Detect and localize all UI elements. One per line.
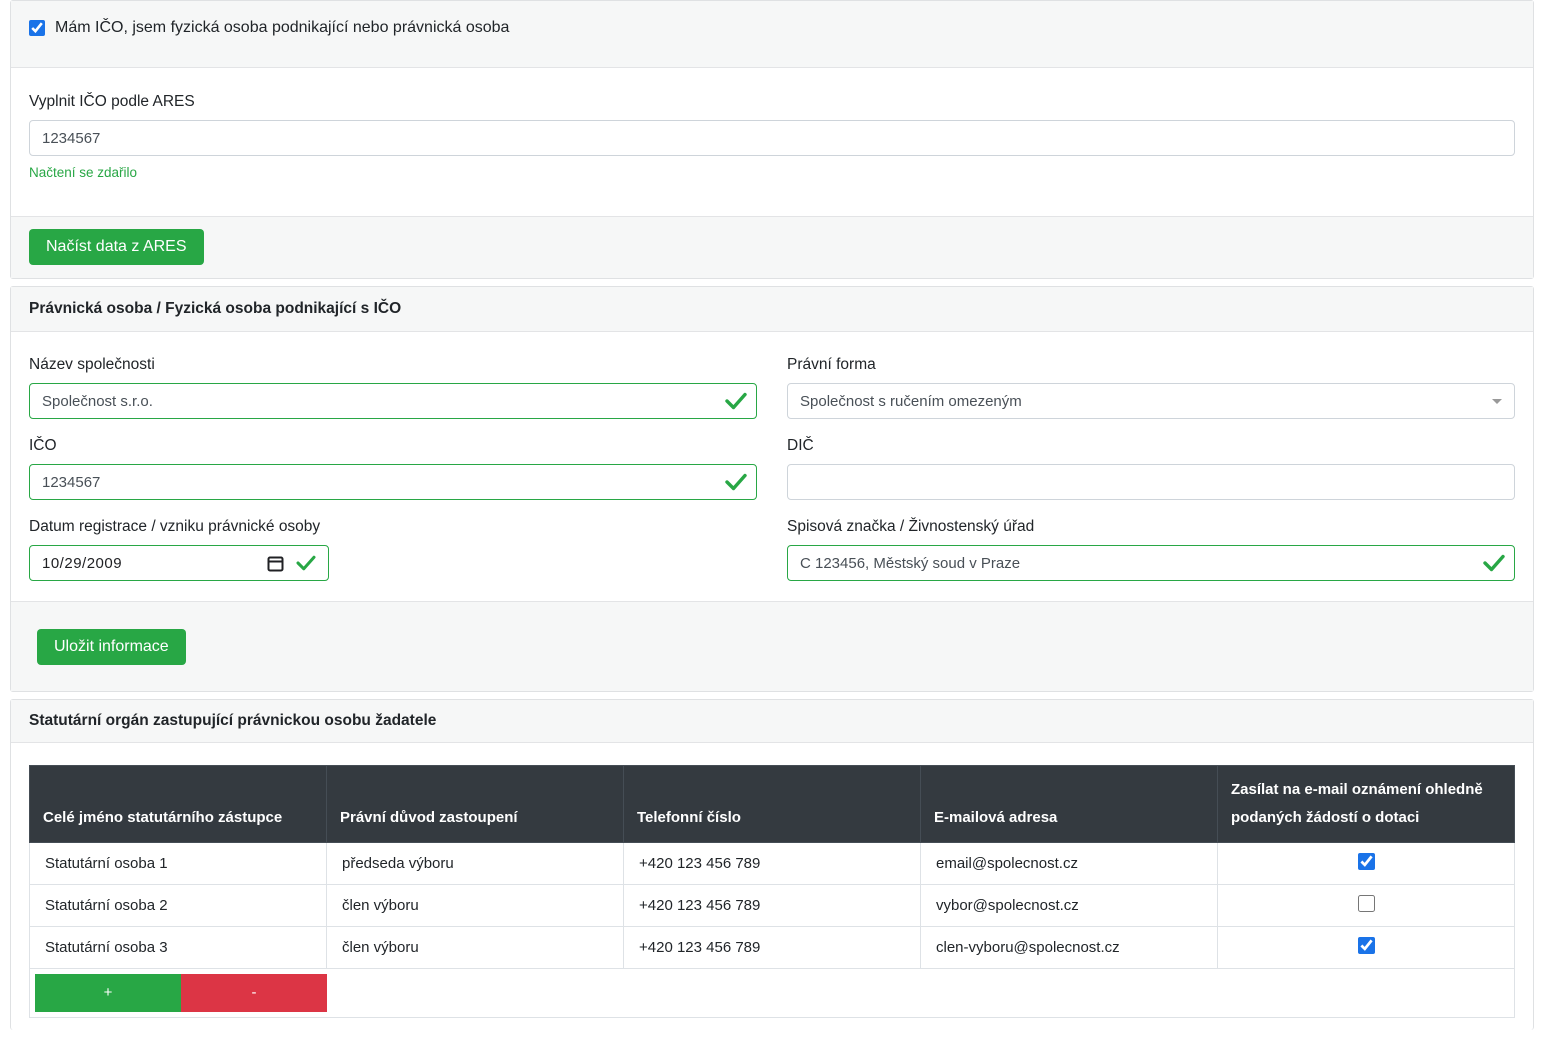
calendar-icon[interactable]	[267, 555, 284, 572]
col-header-email: E-mailová adresa	[921, 766, 1218, 843]
legal-form-selected-value: Společnost s ručením omezeným	[800, 393, 1022, 410]
cell-phone: +420 123 456 789	[624, 884, 921, 926]
registration-date-label: Datum registrace / vzniku právnické osob…	[29, 518, 757, 536]
table-actions-row: + -	[30, 968, 1515, 1017]
statutory-table-header-row: Celé jméno statutárního zástupce Právní …	[30, 766, 1515, 843]
load-ares-button[interactable]: Načíst data z ARES	[29, 229, 204, 265]
ares-lookup-section: Vyplnit IČO podle ARES Načtení se zdařil…	[11, 68, 1533, 216]
notify-email-checkbox[interactable]	[1358, 937, 1375, 954]
chevron-down-icon	[1492, 399, 1502, 404]
statutory-card: Statutární orgán zastupující právnickou …	[10, 699, 1534, 1030]
dic-input[interactable]	[787, 464, 1515, 500]
statutory-table: Celé jméno statutárního zástupce Právní …	[29, 765, 1515, 1018]
statutory-card-body: Celé jméno statutárního zástupce Právní …	[11, 743, 1533, 1030]
col-header-name: Celé jméno statutárního zástupce	[30, 766, 327, 843]
legal-person-card: Právnická osoba / Fyzická osoba podnikaj…	[10, 286, 1534, 692]
ico-ares-card: Mám IČO, jsem fyzická osoba podnikající …	[10, 0, 1534, 279]
valid-check-icon	[296, 555, 316, 571]
valid-check-icon	[1483, 554, 1505, 572]
table-row: Statutární osoba 3 člen výboru +420 123 …	[30, 926, 1515, 968]
legal-person-form: Název společnosti Právní forma Společnos…	[11, 332, 1533, 601]
file-number-label: Spisová značka / Živnostenský úřad	[787, 518, 1515, 536]
cell-email: vybor@spolecnost.cz	[921, 884, 1218, 926]
ico-checkbox-section: Mám IČO, jsem fyzická osoba podnikající …	[11, 1, 1533, 68]
legal-person-card-title: Právnická osoba / Fyzická osoba podnikaj…	[11, 287, 1533, 332]
statutory-table-body: Statutární osoba 1 předseda výboru +420 …	[30, 842, 1515, 1017]
cell-email: clen-vyboru@spolecnost.cz	[921, 926, 1218, 968]
legal-person-card-footer: Uložit informace	[11, 601, 1533, 691]
ares-ico-input[interactable]	[29, 120, 1515, 156]
ares-ico-label: Vyplnit IČO podle ARES	[29, 93, 1515, 111]
registration-date-value: 10/29/2009	[42, 555, 122, 572]
page-container: Mám IČO, jsem fyzická osoba podnikající …	[10, 0, 1534, 1030]
legal-form-label: Právní forma	[787, 356, 1515, 374]
registration-date-input[interactable]: 10/29/2009	[29, 545, 329, 581]
legal-form-select[interactable]: Společnost s ručením omezeným	[787, 383, 1515, 419]
cell-email: email@spolecnost.cz	[921, 842, 1218, 884]
notify-email-checkbox[interactable]	[1358, 895, 1375, 912]
cell-reason: předseda výboru	[327, 842, 624, 884]
valid-check-icon	[725, 392, 747, 410]
statutory-card-title: Statutární orgán zastupující právnickou …	[11, 700, 1533, 743]
cell-name: Statutární osoba 2	[30, 884, 327, 926]
cell-reason: člen výboru	[327, 926, 624, 968]
valid-check-icon	[725, 473, 747, 491]
dic-label: DIČ	[787, 437, 1515, 455]
have-ico-checkbox[interactable]	[29, 20, 45, 36]
remove-row-button[interactable]: -	[181, 974, 327, 1012]
table-row: Statutární osoba 2 člen výboru +420 123 …	[30, 884, 1515, 926]
col-header-notify: Zasílat na e-mail oznámení ohledně podan…	[1218, 766, 1515, 843]
cell-name: Statutární osoba 1	[30, 842, 327, 884]
col-header-phone: Telefonní číslo	[624, 766, 921, 843]
ico-label: IČO	[29, 437, 757, 455]
have-ico-label: Mám IČO, jsem fyzická osoba podnikající …	[55, 19, 509, 37]
ares-status-text: Načtení se zdařilo	[29, 165, 1515, 180]
save-info-button[interactable]: Uložit informace	[37, 629, 186, 665]
table-row: Statutární osoba 1 předseda výboru +420 …	[30, 842, 1515, 884]
notify-email-checkbox[interactable]	[1358, 853, 1375, 870]
ico-input[interactable]	[29, 464, 757, 500]
cell-phone: +420 123 456 789	[624, 926, 921, 968]
ares-card-footer: Načíst data z ARES	[11, 216, 1533, 278]
company-name-label: Název společnosti	[29, 356, 757, 374]
cell-reason: člen výboru	[327, 884, 624, 926]
add-row-button[interactable]: +	[35, 974, 181, 1012]
col-header-reason: Právní důvod zastoupení	[327, 766, 624, 843]
company-name-input[interactable]	[29, 383, 757, 419]
cell-phone: +420 123 456 789	[624, 842, 921, 884]
file-number-input[interactable]	[787, 545, 1515, 581]
cell-name: Statutární osoba 3	[30, 926, 327, 968]
